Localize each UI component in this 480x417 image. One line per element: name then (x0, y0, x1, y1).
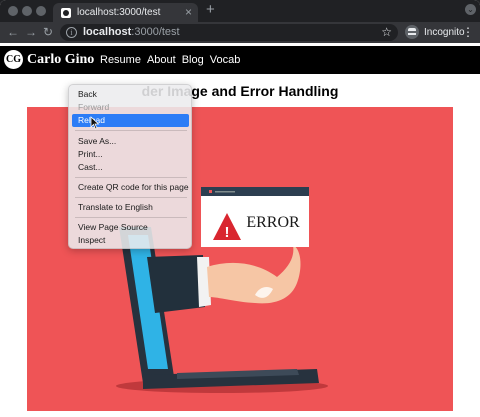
context-menu-separator (75, 197, 187, 198)
error-popup-title-line (215, 191, 235, 193)
reload-icon[interactable]: ↻ (43, 25, 53, 39)
site-info-icon[interactable]: i (66, 27, 77, 38)
close-window-icon[interactable] (8, 6, 18, 16)
error-text: ERROR (246, 214, 300, 231)
tab-search-icon[interactable]: ⌄ (465, 4, 476, 15)
minimize-window-icon[interactable] (22, 6, 32, 16)
maximize-window-icon[interactable] (36, 6, 46, 16)
tab-active[interactable]: localhost:3000/test × (53, 3, 198, 22)
error-popup-close-dot (209, 190, 212, 193)
nav-link-blog[interactable]: Blog (182, 54, 204, 66)
suit-sleeve (147, 255, 205, 313)
close-tab-icon[interactable]: × (185, 5, 192, 19)
context-menu-separator (75, 217, 187, 218)
context-menu-cast[interactable]: Cast... (72, 161, 189, 174)
profile-button[interactable]: Incognito (405, 25, 465, 39)
url-path: :3000/test (131, 26, 180, 38)
context-menu-view-source[interactable]: View Page Source (72, 221, 189, 234)
address-bar[interactable]: i localhost:3000/test ☆ (60, 24, 398, 41)
back-arrow-icon[interactable]: ← (7, 25, 19, 39)
favicon-icon (61, 7, 71, 18)
browser-toolbar: ← → ↻ i localhost:3000/test ☆ Incognito … (0, 22, 480, 43)
context-menu-inspect[interactable]: Inspect (72, 234, 189, 247)
mouse-pointer-icon (90, 116, 100, 130)
context-menu-separator (75, 177, 187, 178)
context-menu-qr-code[interactable]: Create QR code for this page (72, 181, 189, 194)
browser-window: localhost:3000/test × + ⌄ ← → ↻ i localh… (0, 0, 480, 417)
context-menu: Back Forward Reload Save As... Print... … (68, 84, 192, 249)
forward-arrow-icon[interactable]: → (25, 25, 37, 39)
bookmark-star-icon[interactable]: ☆ (381, 25, 392, 39)
context-menu-save-as[interactable]: Save As... (72, 135, 189, 148)
context-menu-print[interactable]: Print... (72, 148, 189, 161)
nav-link-about[interactable]: About (147, 54, 176, 66)
incognito-icon (405, 25, 419, 39)
context-menu-back[interactable]: Back (72, 88, 189, 101)
context-menu-separator (75, 130, 187, 131)
site-brand[interactable]: Carlo Gino (27, 52, 94, 68)
site-logo[interactable]: CG (4, 50, 23, 69)
tab-title: localhost:3000/test (77, 7, 161, 18)
nav-link-resume[interactable]: Resume (100, 54, 141, 66)
context-menu-forward: Forward (78, 102, 110, 112)
url-text[interactable]: localhost:3000/test (83, 26, 180, 38)
site-navbar: CG Carlo Gino Resume About Blog Vocab (0, 46, 480, 74)
context-menu-translate[interactable]: Translate to English (72, 201, 189, 214)
tab-strip: localhost:3000/test × + ⌄ (0, 0, 480, 22)
url-host: localhost (83, 26, 132, 38)
browser-menu-icon[interactable]: ⋮ (462, 25, 474, 39)
warning-glyph: ! (225, 224, 230, 241)
new-tab-icon[interactable]: + (206, 1, 215, 18)
hand (207, 245, 301, 304)
nav-link-vocab[interactable]: Vocab (210, 54, 241, 66)
site-nav-links: Resume About Blog Vocab (100, 54, 240, 66)
profile-label: Incognito (424, 26, 465, 38)
